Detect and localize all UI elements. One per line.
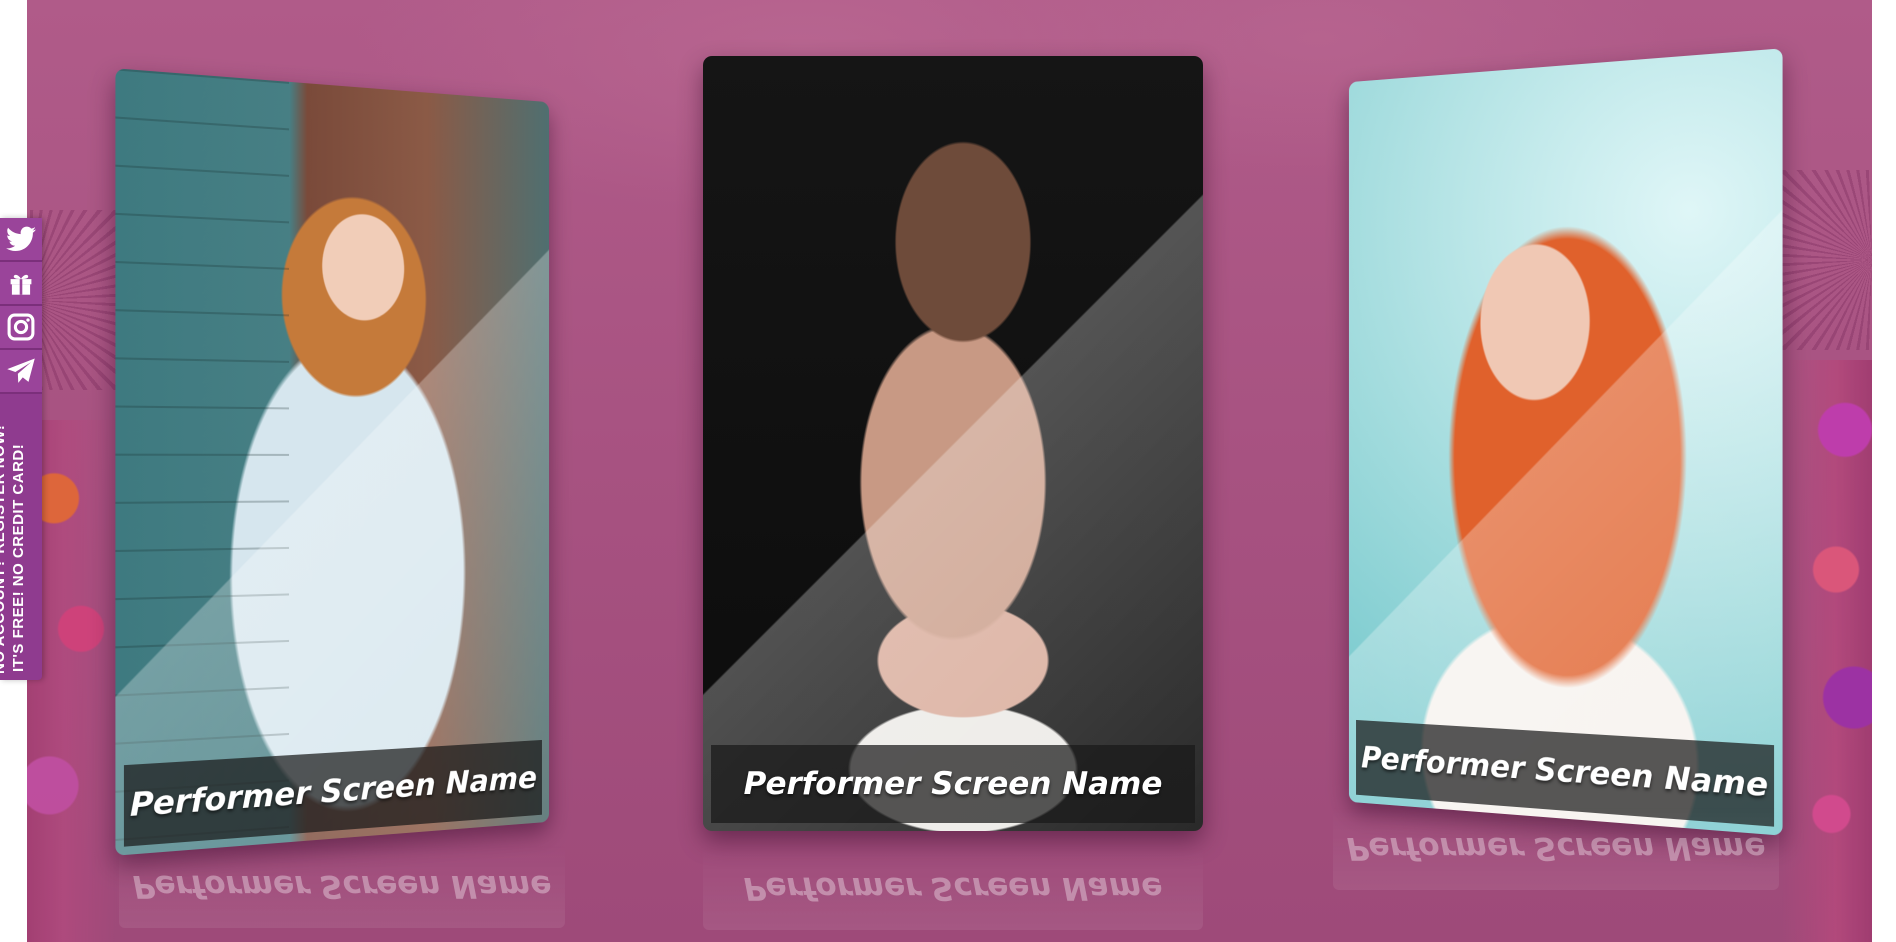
performer-name-1: Performer Screen Name [129, 760, 537, 825]
page-background: Performer Screen Name Performer Screen N… [27, 0, 1872, 942]
performer-photo-3 [1348, 48, 1783, 836]
performer-card-3-reflection: Performer Screen Name [1333, 806, 1779, 890]
performer-name-2-reflection: Performer Screen Name [743, 870, 1163, 906]
social-sidebar: NO ACCOUNT? REGISTER NOW! IT'S FREE! NO … [0, 218, 42, 680]
performer-card-3-wrap: Performer Screen Name Performer Screen N… [1333, 48, 1783, 890]
twitter-icon[interactable] [0, 218, 42, 262]
register-promo[interactable]: NO ACCOUNT? REGISTER NOW! IT'S FREE! NO … [0, 406, 42, 680]
performer-name-2: Performer Screen Name [743, 766, 1163, 802]
performer-card-2[interactable]: Performer Screen Name [703, 56, 1203, 831]
performer-card-2-reflection: Performer Screen Name [703, 846, 1203, 930]
performer-photo-2 [703, 56, 1203, 831]
promo-line-1: NO ACCOUNT? REGISTER NOW! [0, 424, 8, 674]
performer-card-1-wrap: Performer Screen Name Performer Screen N… [115, 68, 565, 928]
performer-card-1-reflection: Performer Screen Name [119, 844, 565, 928]
performer-name-3: Performer Screen Name [1361, 740, 1769, 805]
performer-name-3-reflection: Performer Screen Name [1346, 830, 1766, 866]
decorative-swirls-right [1782, 360, 1872, 942]
performer-photo-1 [115, 68, 550, 856]
promo-line-2: IT'S FREE! NO CREDIT CARD! [10, 443, 27, 672]
performer-name-bar-2: Performer Screen Name [711, 745, 1195, 823]
instagram-icon[interactable] [0, 306, 42, 350]
performer-card-1[interactable]: Performer Screen Name [115, 68, 550, 856]
performer-name-1-reflection: Performer Screen Name [132, 868, 552, 904]
gift-icon[interactable] [0, 262, 42, 306]
performer-card-2-wrap: Performer Screen Name Performer Screen N… [703, 56, 1203, 930]
telegram-icon[interactable] [0, 350, 42, 394]
performer-card-3[interactable]: Performer Screen Name [1348, 48, 1783, 836]
